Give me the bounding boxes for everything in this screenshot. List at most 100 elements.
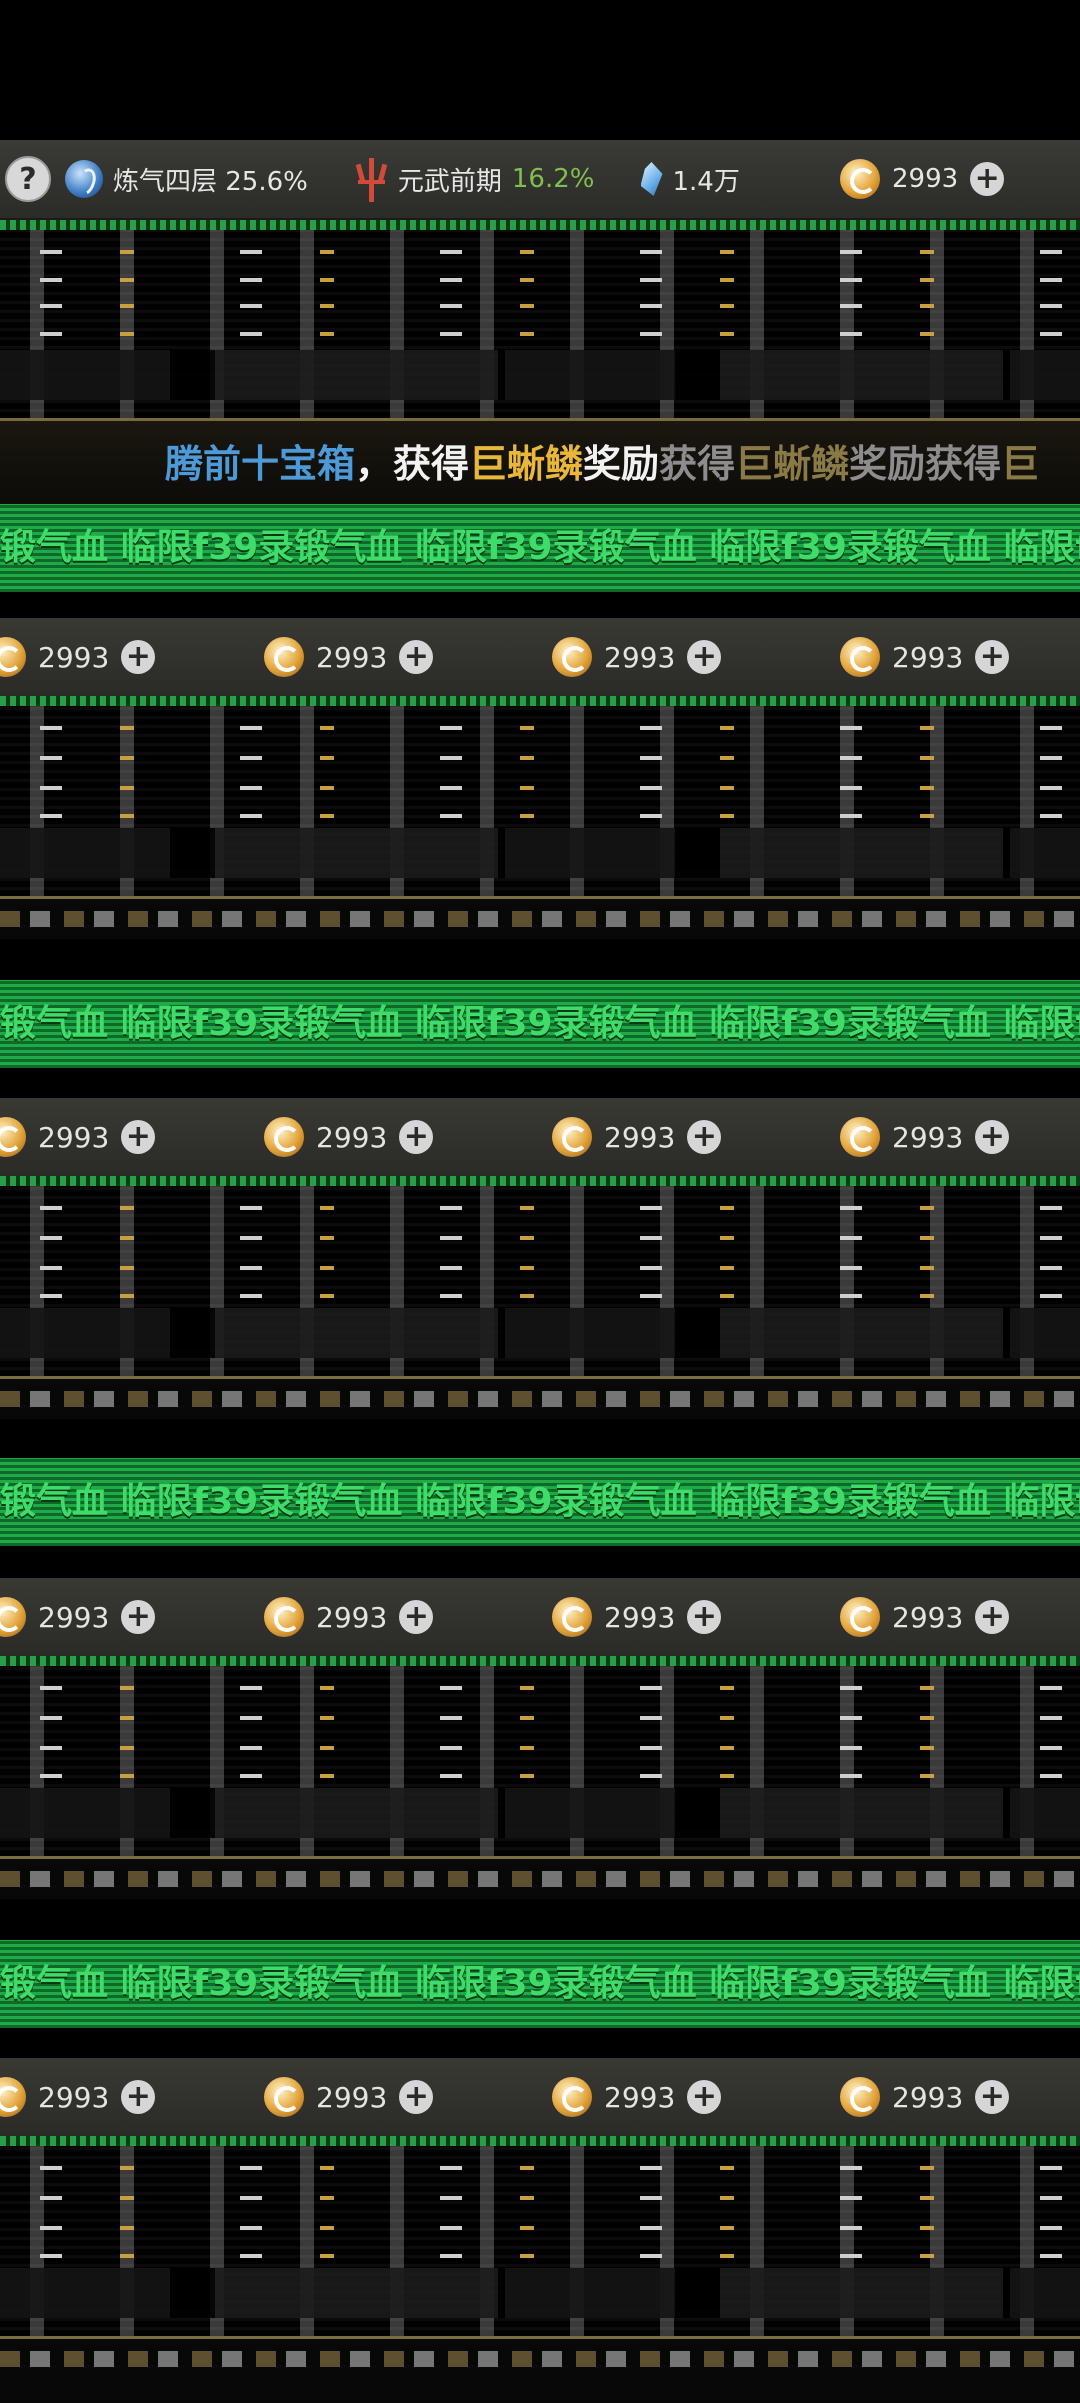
currency-amount: 2993 — [892, 2080, 964, 2114]
currency-amount: 2993 — [316, 2080, 388, 2114]
currency-amount: 2993 — [604, 2080, 676, 2114]
green-text-band: 锻气血 临限f39录锻气血 临限f39录锻气血 临限f39录锻气血 临限f39录… — [0, 1458, 1080, 1546]
status-bar: ? 炼气四层 25.6% 元武前期 16.2% 1.4万 2993 + — [0, 140, 1080, 220]
add-gold-button[interactable]: + — [970, 162, 1005, 196]
glitch-band — [0, 220, 1080, 418]
currency-item: 2993 + — [0, 618, 156, 696]
currency-amount: 2993 — [604, 640, 676, 674]
glitch-band — [0, 2136, 1080, 2336]
ghost-ticker-row — [0, 1376, 1080, 1419]
add-currency-button[interactable]: + — [399, 2080, 434, 2114]
ticker-obtain-ghost: 获得 — [659, 442, 736, 486]
help-button[interactable]: ? — [5, 156, 51, 202]
add-currency-button[interactable]: + — [975, 640, 1010, 674]
currency-amount: 2993 — [38, 1120, 110, 1154]
ticker-item-ghost-2: 巨 — [1001, 442, 1040, 486]
gold-amount: 2993 — [892, 164, 959, 194]
gold-coin-icon — [840, 637, 880, 677]
currency-item: 2993 + — [840, 1098, 1010, 1176]
gold-coin-icon — [552, 637, 592, 677]
green-band-text: 锻气血 临限f39录锻气血 临限f39录锻气血 临限f39录锻气血 临限f39录… — [0, 1481, 1080, 1522]
martial-progress: 16.2% — [511, 164, 595, 194]
ticker-obtain-ghost-2: 获得 — [925, 442, 1002, 486]
add-currency-button[interactable]: + — [121, 1600, 156, 1634]
gold-coin-icon — [0, 1597, 26, 1637]
ticker-obtain: ，获得 — [355, 442, 470, 486]
currency-item: 2993 + — [0, 1578, 156, 1656]
add-currency-button[interactable]: + — [687, 640, 722, 674]
currency-item: 2993 + — [552, 1578, 722, 1656]
green-text-band: 锻气血 临限f39录锻气血 临限f39录锻气血 临限f39录锻气血 临限f39录… — [0, 1940, 1080, 2028]
gold-coin-icon — [264, 2077, 304, 2117]
add-currency-button[interactable]: + — [975, 1120, 1010, 1154]
gold-coin-icon — [264, 1597, 304, 1637]
ghost-ticker-row — [0, 896, 1080, 939]
currency-item: 2993 + — [840, 1578, 1010, 1656]
add-currency-button[interactable]: + — [975, 1600, 1010, 1634]
currency-item: 2993 + — [552, 1098, 722, 1176]
cultivation-orb-icon — [65, 160, 103, 198]
currency-amount: 2993 — [892, 1120, 964, 1154]
gold-coin-icon — [0, 2077, 26, 2117]
gold-coin-icon — [264, 637, 304, 677]
gold-coin-icon — [840, 159, 880, 199]
add-currency-button[interactable]: + — [687, 2080, 722, 2114]
martial-trident-icon — [354, 156, 388, 202]
currency-item: 2993 + — [264, 1098, 434, 1176]
currency-amount: 2993 — [316, 640, 388, 674]
martial-level: 元武前期 — [397, 166, 502, 197]
green-text-band: 锻气血 临限f39录锻气血 临限f39录锻气血 临限f39录锻气血 临限f39录… — [0, 504, 1080, 592]
currency-item: 2993 + — [552, 2058, 722, 2136]
currency-amount: 2993 — [892, 1600, 964, 1634]
green-text-band: 锻气血 临限f39录锻气血 临限f39录锻气血 临限f39录锻气血 临限f39录… — [0, 980, 1080, 1068]
ticker-chest-name: 腾前十宝箱 — [165, 442, 356, 486]
green-band-text: 锻气血 临限f39录锻气血 临限f39录锻气血 临限f39录锻气血 临限f39录… — [0, 527, 1080, 568]
add-currency-button[interactable]: + — [687, 1600, 722, 1634]
currency-amount: 2993 — [38, 2080, 110, 2114]
cultivation-level: 炼气四层 25.6% — [113, 166, 308, 197]
currency-item: 2993 + — [264, 1578, 434, 1656]
ticker-reward: 奖励 — [583, 442, 660, 486]
ticker-item-ghost: 巨蜥鳞 — [735, 442, 850, 486]
currency-row: 2993 + 2993 + 2993 + 2993 + — [0, 1098, 1080, 1176]
currency-amount: 2993 — [316, 1600, 388, 1634]
currency-row: 2993 + 2993 + 2993 + 2993 + — [0, 1578, 1080, 1656]
currency-item: 2993 + — [264, 618, 434, 696]
gold-coin-icon — [840, 1597, 880, 1637]
add-currency-button[interactable]: + — [687, 1120, 722, 1154]
gold-coin-icon — [840, 2077, 880, 2117]
currency-amount: 2993 — [38, 1600, 110, 1634]
ghost-ticker-row — [0, 1856, 1080, 1899]
currency-item: 2993 + — [264, 2058, 434, 2136]
ticker-item: 巨蜥鳞 — [469, 442, 584, 486]
ticker-text: 腾前十宝箱，获得巨蜥鳞奖励获得巨蜥鳞奖励获得巨 — [165, 421, 1039, 507]
currency-item: 2993 + — [840, 2058, 1010, 2136]
currency-item: 2993 + — [0, 1098, 156, 1176]
add-currency-button[interactable]: + — [121, 2080, 156, 2114]
ghost-ticker-row — [0, 2336, 1080, 2403]
currency-row: 2993 + 2993 + 2993 + 2993 + — [0, 618, 1080, 696]
currency-amount: 2993 — [38, 640, 110, 674]
glitch-band — [0, 1176, 1080, 1376]
add-currency-button[interactable]: + — [121, 640, 156, 674]
spirit-crystal-icon — [640, 162, 663, 196]
gold-coin-icon — [840, 1117, 880, 1157]
currency-amount: 2993 — [316, 1120, 388, 1154]
currency-amount: 2993 — [604, 1600, 676, 1634]
currency-amount: 2993 — [604, 1120, 676, 1154]
add-currency-button[interactable]: + — [399, 1120, 434, 1154]
green-band-text: 锻气血 临限f39录锻气血 临限f39录锻气血 临限f39录锻气血 临限f39录… — [0, 1003, 1080, 1044]
gold-coin-icon — [552, 2077, 592, 2117]
glitch-band — [0, 1656, 1080, 1856]
gold-coin-icon — [552, 1597, 592, 1637]
add-currency-button[interactable]: + — [121, 1120, 156, 1154]
currency-item: 2993 + — [0, 2058, 156, 2136]
ticker-reward-ghost: 奖励 — [849, 442, 926, 486]
currency-item: 2993 + — [552, 618, 722, 696]
gold-coin-icon — [0, 637, 26, 677]
add-currency-button[interactable]: + — [399, 1600, 434, 1634]
reward-ticker: 腾前十宝箱，获得巨蜥鳞奖励获得巨蜥鳞奖励获得巨 — [0, 418, 1080, 510]
currency-item: 2993 + — [840, 618, 1010, 696]
add-currency-button[interactable]: + — [975, 2080, 1010, 2114]
add-currency-button[interactable]: + — [399, 640, 434, 674]
